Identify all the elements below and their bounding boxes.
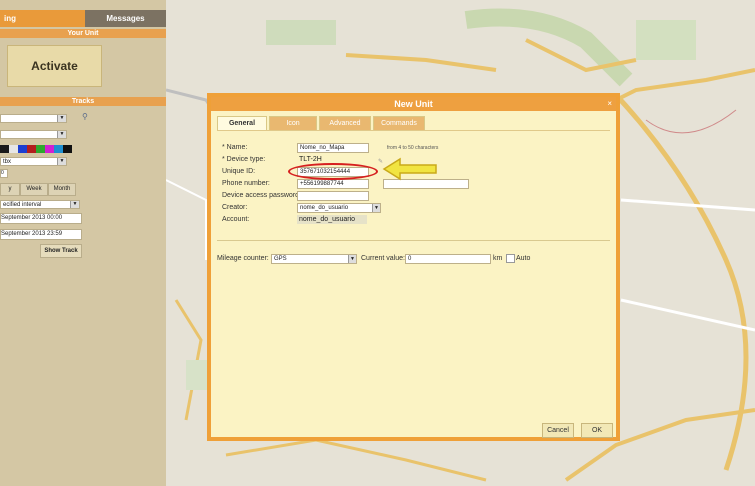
- color-swatch[interactable]: [63, 145, 72, 153]
- mileage-value: GPS: [274, 256, 287, 262]
- link-icon[interactable]: ⚲: [82, 112, 88, 121]
- track-options-select[interactable]: tbx ▼: [0, 157, 67, 166]
- pointer-arrow-icon: [382, 157, 437, 181]
- creator-value: nome_do_usuario: [300, 205, 349, 211]
- device-type-label: * Device type:: [222, 156, 266, 163]
- creator-label: Creator:: [222, 204, 248, 211]
- name-field[interactable]: Nome_no_Mapa: [297, 143, 369, 153]
- tab-icon[interactable]: Icon: [269, 116, 317, 130]
- current-value-field[interactable]: 0: [405, 254, 491, 264]
- mileage-label: Mileage counter:: [217, 255, 269, 262]
- close-icon[interactable]: ×: [607, 99, 612, 108]
- mileage-select[interactable]: GPS ▼: [271, 254, 357, 264]
- chevron-down-icon: ▼: [57, 115, 66, 122]
- color-swatch[interactable]: [36, 145, 45, 153]
- tab-tracking[interactable]: ing: [0, 10, 85, 27]
- tab-commands[interactable]: Commands: [373, 116, 425, 130]
- chevron-down-icon: ▼: [57, 158, 66, 165]
- left-panel: ing Messages Your Unit Activate Tracks ▼…: [0, 0, 166, 486]
- tab-divider: [217, 130, 610, 131]
- period-day-button[interactable]: y: [0, 183, 20, 196]
- creator-select[interactable]: nome_do_usuario ▼: [297, 203, 381, 213]
- tab-advanced[interactable]: Advanced: [319, 116, 371, 130]
- interval-select[interactable]: ecified interval ▼: [0, 200, 80, 209]
- dialog-tabs: General Icon Advanced Commands: [217, 116, 427, 130]
- period-month-button[interactable]: Month: [48, 183, 76, 196]
- ok-button[interactable]: OK: [581, 423, 613, 438]
- unique-id-label: Unique ID:: [222, 168, 256, 175]
- account-label: Account:: [222, 216, 250, 223]
- period-week-button[interactable]: Week: [20, 183, 48, 196]
- phone-label: Phone number:: [222, 180, 270, 187]
- new-unit-dialog: New Unit × General Icon Advanced Command…: [207, 93, 620, 441]
- dialog-title: New Unit: [211, 97, 616, 111]
- unit-label: km: [493, 255, 503, 262]
- account-value: nome_do_usuario: [297, 215, 367, 224]
- password-field[interactable]: [297, 191, 369, 201]
- name-label: * Name:: [222, 144, 248, 151]
- date-to-field[interactable]: September 2013 23:59: [0, 229, 82, 240]
- track-options-value: tbx: [3, 159, 12, 165]
- period-buttons: y Week Month: [0, 183, 80, 196]
- line-width-select[interactable]: ▼: [0, 130, 67, 139]
- current-value-label: Current value:: [361, 255, 405, 262]
- color-swatch[interactable]: [18, 145, 27, 153]
- color-swatch[interactable]: [9, 145, 18, 153]
- color-swatch[interactable]: [45, 145, 54, 153]
- auto-checkbox[interactable]: [506, 254, 515, 263]
- phone-field[interactable]: +556199887744: [297, 179, 369, 189]
- auto-label: Auto: [516, 255, 531, 262]
- tracks-header: Tracks: [0, 97, 166, 106]
- chevron-down-icon: ▼: [57, 131, 66, 138]
- section-divider: [217, 240, 610, 241]
- color-swatch[interactable]: [27, 145, 36, 153]
- unit-select[interactable]: ▼: [0, 114, 67, 123]
- panel-tabs: ing Messages: [0, 10, 166, 27]
- tab-general[interactable]: General: [217, 116, 267, 130]
- show-track-button[interactable]: Show Track: [40, 244, 82, 258]
- chevron-down-icon: ▼: [372, 204, 380, 212]
- password-label: Device access password:: [222, 192, 301, 199]
- interval-value: ecified interval: [3, 202, 42, 208]
- color-swatch[interactable]: [54, 145, 63, 153]
- color-swatch[interactable]: [0, 145, 9, 153]
- tab-messages[interactable]: Messages: [85, 10, 166, 27]
- your-unit-header: Your Unit: [0, 29, 166, 38]
- highlight-ellipse: [288, 163, 378, 180]
- date-from-field[interactable]: September 2013 00:00: [0, 213, 82, 224]
- activate-button[interactable]: Activate: [7, 45, 102, 87]
- cancel-button[interactable]: Cancel: [542, 423, 574, 438]
- chevron-down-icon: ▼: [70, 201, 79, 208]
- chevron-down-icon: ▼: [348, 255, 356, 263]
- small-input-value: 0: [1, 170, 4, 176]
- name-hint: from 4 to 50 characters: [387, 145, 439, 151]
- small-input[interactable]: 0: [0, 169, 8, 178]
